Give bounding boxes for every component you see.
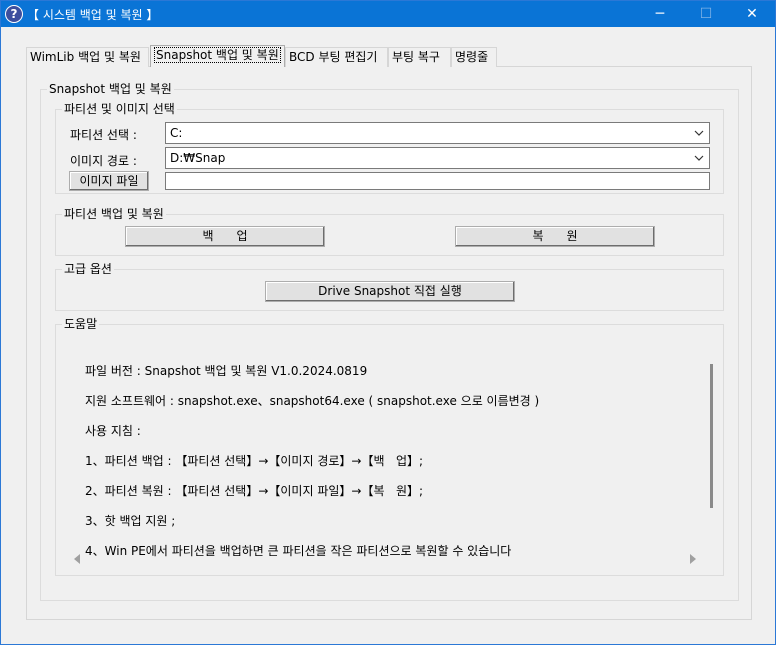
scroll-left-icon[interactable] [73,554,81,564]
tab-bcd-editor[interactable]: BCD 부팅 편집기 [285,47,388,67]
tab-bcd-editor-label: BCD 부팅 편집기 [289,50,378,64]
chevron-down-icon [694,130,704,136]
advanced-options-group-title: 고급 옵션 [62,262,114,276]
partition-select-value: C: [170,126,183,140]
run-drive-snapshot-button[interactable]: Drive Snapshot 직접 실행 [265,281,515,302]
tab-snapshot-label: Snapshot 백업 및 복원 [154,47,281,63]
help-line: 파일 버전 : Snapshot 백업 및 복원 V1.0.2024.0819 [85,364,368,378]
help-horizontal-scrollbar[interactable] [63,551,703,567]
image-file-button[interactable]: 이미지 파일 [69,171,149,191]
scroll-right-icon[interactable] [689,554,697,564]
help-group-title: 도움말 [62,317,100,331]
title-bar[interactable]: ? 【 시스템 백업 및 복원 】 ─ ☐ ✕ [1,1,775,27]
close-button[interactable]: ✕ [729,1,775,27]
minimize-button[interactable]: ─ [637,1,683,27]
image-path-label: 이미지 경로 : [70,154,137,168]
tab-command-line-label: 명령줄 [455,50,489,64]
app-window: ? 【 시스템 백업 및 복원 】 ─ ☐ ✕ WimLib 백업 및 복원 S… [0,0,776,645]
question-icon: ? [5,5,23,23]
help-text-area[interactable]: 파일 버전 : Snapshot 백업 및 복원 V1.0.2024.0819 … [63,345,713,567]
partition-select[interactable]: C: [165,122,710,144]
partition-image-group-title: 파티션 및 이미지 선택 [62,102,177,116]
tab-snapshot[interactable]: Snapshot 백업 및 복원 [150,45,285,67]
help-line: 사용 지침 : [85,424,141,438]
backup-button[interactable]: 백 업 [125,226,325,247]
tab-wimlib-label: WimLib 백업 및 복원 [30,50,141,64]
image-path-value: D:₩Snap [170,151,226,165]
tab-wimlib[interactable]: WimLib 백업 및 복원 [26,47,149,67]
help-vertical-scroll-thumb[interactable] [710,364,713,508]
tab-command-line[interactable]: 명령줄 [451,47,497,67]
help-line: 지원 소프트웨어 : snapshot.exe、snapshot64.exe (… [85,394,540,408]
snapshot-group-title: Snapshot 백업 및 복원 [47,82,174,96]
partition-select-label: 파티션 선택 : [70,128,137,142]
restore-button[interactable]: 복 원 [455,226,655,247]
chevron-down-icon [694,155,704,161]
help-line: 1、파티션 백업 : 【파티션 선택】→【이미지 경로】→【백 업】; [85,454,424,468]
tab-boot-repair-label: 부팅 복구 [392,50,440,64]
image-file-input[interactable] [165,172,710,190]
help-line: 3、핫 백업 지원 ; [85,514,176,528]
tab-boot-repair[interactable]: 부팅 복구 [388,47,451,67]
maximize-button[interactable]: ☐ [683,1,729,27]
window-title: 【 시스템 백업 및 복원 】 [27,8,159,22]
help-line: 2、파티션 복원 : 【파티션 선택】→【이미지 파일】→【복 원】; [85,484,424,498]
backup-restore-group-title: 파티션 백업 및 복원 [62,207,166,221]
image-path-select[interactable]: D:₩Snap [165,147,710,169]
